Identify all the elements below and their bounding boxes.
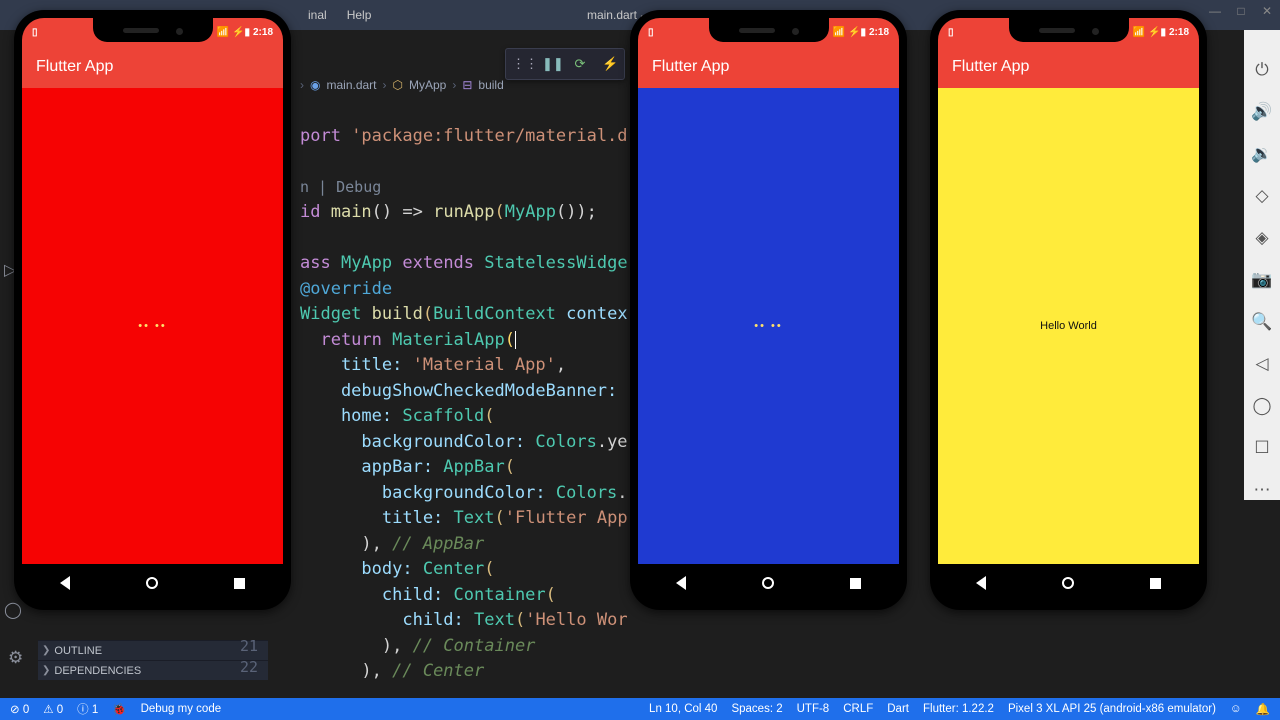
zoom-icon[interactable]: 🔍 [1251,312,1272,332]
status-eol[interactable]: CRLF [843,703,873,715]
status-device[interactable]: Pixel 3 XL API 25 (android-x86 emulator) [1008,703,1216,715]
pause-icon[interactable]: ❚❚ [542,56,558,72]
hot-reload-icon[interactable]: ⚡ [602,56,618,72]
file-icon: ◉ [310,78,320,92]
power-icon[interactable]: ⏻ [1255,60,1268,80]
nav-home-icon[interactable] [146,577,158,589]
app-bar: Flutter App [638,46,899,88]
restart-icon[interactable]: ⟳ [572,56,588,72]
phone-notch [1009,18,1129,42]
nav-recent-icon[interactable] [234,578,245,589]
nav-home-icon[interactable] [1062,577,1074,589]
rotate-left-icon[interactable]: ◇ [1255,186,1268,206]
nav-back-icon[interactable] [60,576,70,590]
status-warnings[interactable]: ⚠ 0 [43,702,63,716]
minimize-button[interactable]: — [1208,4,1222,18]
emulator-phone-blue: ▯ 📶 ⚡▮ 2:18 Flutter App •• •• [630,10,907,610]
app-bar: Flutter App [938,46,1199,88]
status-debug-icon[interactable]: 🐞 [112,702,126,716]
menu-help[interactable]: Help [339,4,380,26]
status-errors[interactable]: ⊘ 0 [10,702,29,716]
android-navbar [22,564,283,602]
line-gutter: 21 22 [228,636,258,678]
status-language[interactable]: Dart [887,703,909,715]
app-body: Hello World [938,88,1199,564]
maximize-button[interactable]: □ [1234,4,1248,18]
status-encoding[interactable]: UTF-8 [797,703,830,715]
app-bar: Flutter App [22,46,283,88]
status-flutter[interactable]: Flutter: 1.22.2 [923,703,994,715]
breadcrumb-file[interactable]: main.dart [326,78,376,92]
class-icon: ⬡ [393,78,403,92]
volume-down-icon[interactable]: 🔉 [1251,144,1272,164]
activitybar-account-icon[interactable]: ◯ [4,600,22,620]
app-body: •• •• [22,88,283,564]
emulator-toolbar: ⏻ 🔊 🔉 ◇ ◈ 📷 🔍 ◁ ◯ ☐ ⋯ [1244,30,1280,500]
close-button[interactable]: ✕ [1260,4,1274,18]
status-spaces[interactable]: Spaces: 2 [731,703,782,715]
code-lens[interactable]: n | Debug [300,178,381,196]
volume-up-icon[interactable]: 🔊 [1251,102,1272,122]
phone-notch [93,18,213,42]
back-icon[interactable]: ◁ [1255,354,1268,374]
overview-icon[interactable]: ☐ [1254,438,1269,458]
app-body: •• •• [638,88,899,564]
status-debug-text[interactable]: Debug my code [141,703,222,715]
emulator-phone-red: ▯ 📶 ⚡▮ 2:18 Flutter App •• •• [14,10,291,610]
status-right: 📶 ⚡▮ 2:18 [217,27,273,38]
drag-handle-icon[interactable]: ⋮⋮ [512,56,528,72]
status-bar: ⊘ 0 ⚠ 0 ⓘ 1 🐞 Debug my code Ln 10, Col 4… [0,698,1280,720]
more-icon[interactable]: ⋯ [1254,480,1271,500]
phone-notch [709,18,829,42]
debug-toolbar[interactable]: ⋮⋮ ❚❚ ⟳ ⚡ [505,48,625,80]
status-bell-icon[interactable]: 🔔 [1256,702,1270,716]
android-navbar [638,564,899,602]
method-icon: ⊟ [462,78,472,92]
breadcrumb[interactable]: › ◉ main.dart › ⬡ MyApp › ⊟ build [300,78,504,92]
nav-back-icon[interactable] [976,576,986,590]
breadcrumb-method[interactable]: build [478,78,503,92]
nav-recent-icon[interactable] [850,578,861,589]
status-info[interactable]: ⓘ 1 [77,701,98,717]
emulator-phone-yellow: ▯ 📶 ⚡▮ 2:18 Flutter App Hello World [930,10,1207,610]
nav-back-icon[interactable] [676,576,686,590]
status-left: ▯ [32,27,38,38]
home-icon[interactable]: ◯ [1252,396,1271,416]
rotate-right-icon[interactable]: ◈ [1255,228,1268,248]
breadcrumb-class[interactable]: MyApp [409,78,446,92]
nav-home-icon[interactable] [762,577,774,589]
status-feedback-icon[interactable]: ☺ [1230,703,1242,715]
nav-recent-icon[interactable] [1150,578,1161,589]
android-navbar [938,564,1199,602]
camera-icon[interactable]: 📷 [1251,270,1272,290]
menu-terminal[interactable]: inal [300,4,335,26]
settings-gear-icon[interactable]: ⚙ [8,648,23,668]
status-cursor-pos[interactable]: Ln 10, Col 40 [649,703,717,715]
